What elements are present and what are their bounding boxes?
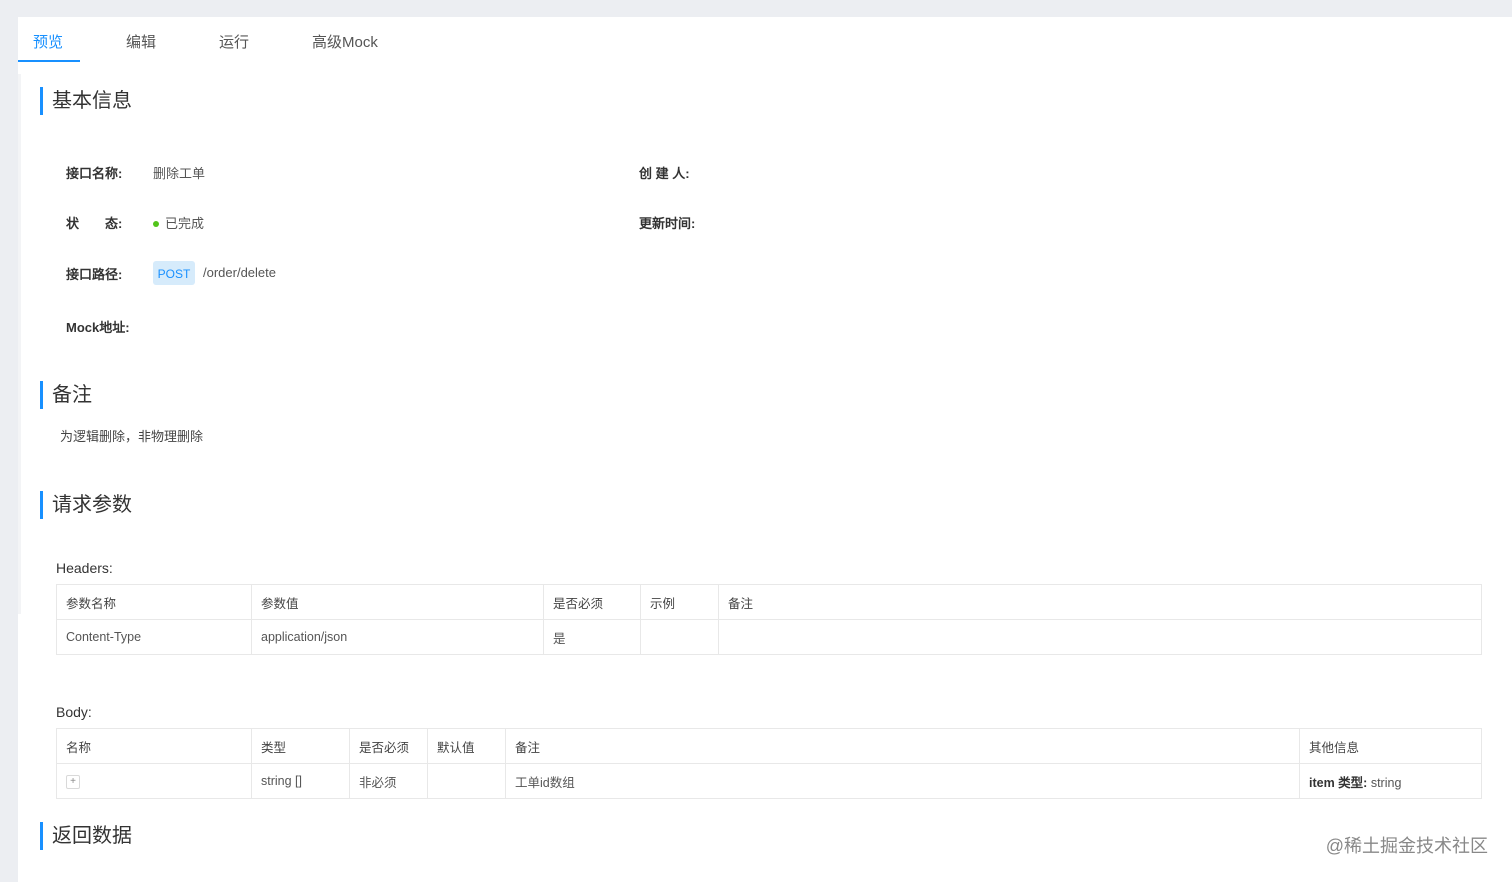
status-dot-icon xyxy=(153,220,159,227)
table-cell xyxy=(640,619,719,655)
section-request-params-title: 请求参数 xyxy=(40,491,132,519)
update-time-label: 更新时间: xyxy=(639,216,696,231)
column-header: 类型 xyxy=(251,728,350,764)
mock-url-label: Mock地址: xyxy=(66,320,130,335)
column-header: 参数名称 xyxy=(56,584,252,620)
interface-name-label: 接口名称: xyxy=(66,166,123,181)
column-header: 名称 xyxy=(56,728,252,764)
active-tab-indicator xyxy=(18,60,80,62)
column-header: 是否必须 xyxy=(543,584,641,620)
interface-detail-panel: 预览 编辑 运行 高级Mock 基本信息 接口名称: 删除工单 创 建 人: 状… xyxy=(18,17,1512,882)
table-cell xyxy=(427,763,506,799)
column-header: 示例 xyxy=(640,584,719,620)
tab-edit[interactable]: 编辑 xyxy=(126,31,156,52)
other-info-key: item 类型: xyxy=(1309,775,1368,790)
interface-name-value: 删除工单 xyxy=(153,166,206,181)
headers-label: Headers: xyxy=(56,560,113,576)
interface-path-label: 接口路径: xyxy=(66,267,123,282)
column-header: 其他信息 xyxy=(1299,728,1482,764)
interface-path-value: /order/delete xyxy=(203,265,276,280)
table-row: + string [] 非必须 工单id数组 item 类型: string xyxy=(56,763,1482,799)
column-header: 是否必须 xyxy=(349,728,428,764)
section-response-title: 返回数据 xyxy=(40,822,132,850)
http-method-badge: POST xyxy=(153,261,195,285)
status-value: 已完成 xyxy=(153,213,204,232)
table-cell: application/json xyxy=(251,619,544,655)
body-label: Body: xyxy=(56,704,92,720)
headers-table: 参数名称 参数值 是否必须 示例 备注 Content-Type applica… xyxy=(56,584,1482,655)
column-header: 备注 xyxy=(505,728,1300,764)
tab-advanced-mock[interactable]: 高级Mock xyxy=(312,31,378,52)
tab-bar: 预览 编辑 运行 高级Mock xyxy=(18,17,1512,63)
column-header: 默认值 xyxy=(427,728,506,764)
section-remark-title: 备注 xyxy=(40,381,92,409)
body-table: 名称 类型 是否必须 默认值 备注 其他信息 + string [] 非必须 工… xyxy=(56,728,1482,799)
status-text: 已完成 xyxy=(165,216,205,231)
tab-preview[interactable]: 预览 xyxy=(33,31,63,52)
table-cell: 非必须 xyxy=(349,763,428,799)
table-cell: + xyxy=(56,763,252,799)
table-cell: item 类型: string xyxy=(1300,764,1482,799)
table-row: Content-Type application/json 是 xyxy=(56,619,1482,655)
tab-run[interactable]: 运行 xyxy=(219,31,249,52)
status-label: 状 态: xyxy=(66,216,123,231)
left-divider xyxy=(18,74,21,614)
watermark: @稀土掘金技术社区 xyxy=(1325,836,1488,856)
table-cell: 工单id数组 xyxy=(505,763,1300,799)
other-info-value: string xyxy=(1370,775,1402,790)
column-header: 备注 xyxy=(718,584,1482,620)
section-basic-info-title: 基本信息 xyxy=(40,87,132,115)
table-cell: 是 xyxy=(543,619,641,655)
headers-table-header: 参数名称 参数值 是否必须 示例 备注 xyxy=(56,584,1482,620)
body-table-header: 名称 类型 是否必须 默认值 备注 其他信息 xyxy=(56,728,1482,764)
table-cell: Content-Type xyxy=(56,619,252,655)
column-header: 参数值 xyxy=(251,584,544,620)
remark-text: 为逻辑删除，非物理删除 xyxy=(60,429,204,444)
creator-label: 创 建 人: xyxy=(639,166,690,181)
expand-row-icon[interactable]: + xyxy=(66,775,80,789)
table-cell xyxy=(719,620,1482,655)
table-cell: string [] xyxy=(251,763,350,799)
